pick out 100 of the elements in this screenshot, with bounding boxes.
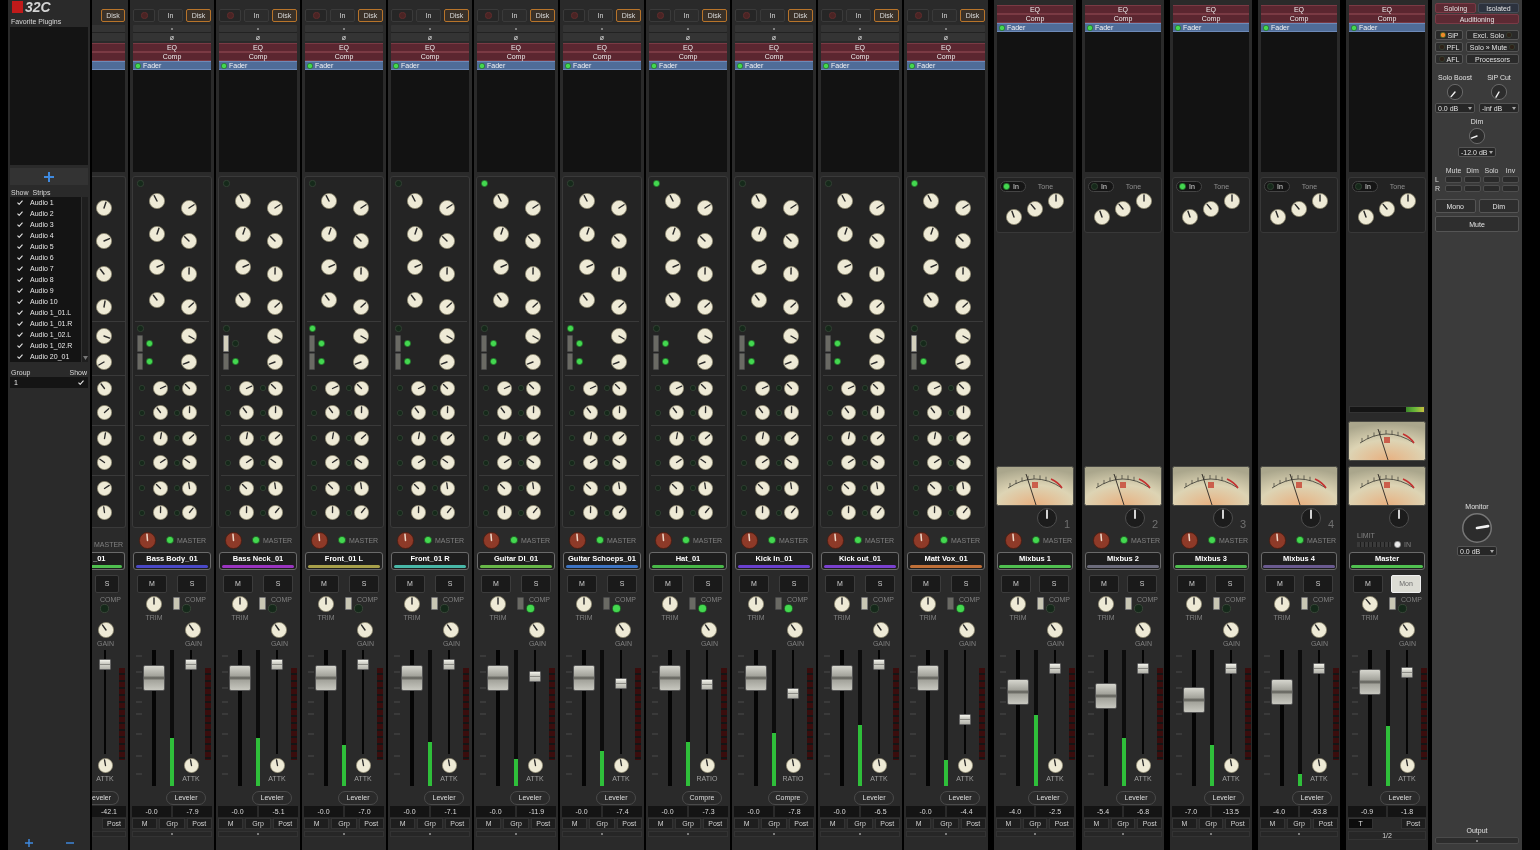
knob-icon[interactable] [956, 480, 971, 496]
knob-icon[interactable] [182, 480, 197, 496]
filter-switch[interactable] [395, 335, 401, 352]
knob-icon[interactable] [526, 505, 541, 521]
knob-icon[interactable] [411, 455, 426, 471]
knob-icon[interactable] [411, 430, 426, 446]
filter-switch[interactable] [567, 353, 573, 370]
knob-icon[interactable] [440, 380, 455, 396]
knob-icon[interactable] [149, 292, 165, 308]
input-trim-bar[interactable] [563, 25, 641, 32]
knob-icon[interactable] [355, 758, 371, 773]
knob-icon[interactable] [741, 531, 758, 549]
knob-icon[interactable] [96, 233, 112, 249]
knob-icon[interactable] [440, 505, 455, 521]
knob-icon[interactable] [325, 430, 340, 446]
knob-icon[interactable] [185, 622, 202, 638]
knob-icon[interactable] [956, 505, 971, 521]
knob-icon[interactable] [321, 292, 337, 308]
knob-icon[interactable] [182, 405, 197, 421]
knob-icon[interactable] [611, 233, 627, 249]
knob-icon[interactable] [1098, 596, 1114, 612]
knob-icon[interactable] [311, 531, 328, 549]
knob-icon[interactable] [841, 455, 856, 471]
knob-icon[interactable] [97, 380, 112, 396]
fader-cap[interactable] [487, 665, 509, 692]
knob-icon[interactable] [834, 596, 850, 612]
input-trim-bar[interactable] [735, 25, 813, 32]
comp-switch[interactable] [947, 597, 954, 610]
knob-icon[interactable] [1027, 201, 1043, 217]
knob-icon[interactable] [1005, 531, 1022, 549]
knob-icon[interactable] [665, 292, 681, 308]
knob-icon[interactable] [1223, 758, 1239, 773]
knob-icon[interactable] [321, 193, 337, 209]
knob-icon[interactable] [97, 405, 112, 421]
knob-icon[interactable] [1312, 193, 1328, 209]
knob-icon[interactable] [1358, 209, 1374, 225]
add-button[interactable] [22, 838, 35, 848]
filter-switch[interactable] [653, 353, 659, 370]
matrix-toggle[interactable] [1502, 185, 1519, 192]
knob-icon[interactable] [325, 480, 340, 496]
knob-icon[interactable] [232, 596, 248, 612]
comp-fader-cap[interactable] [99, 659, 111, 671]
knob-icon[interactable] [871, 758, 887, 773]
knob-icon[interactable] [583, 455, 598, 471]
knob-icon[interactable] [920, 596, 936, 612]
fader-cap[interactable] [1359, 668, 1381, 695]
knob-icon[interactable] [956, 430, 971, 446]
knob-icon[interactable] [837, 226, 853, 242]
knob-icon[interactable] [697, 266, 713, 282]
knob-icon[interactable] [569, 531, 586, 549]
knob-icon[interactable] [579, 193, 595, 209]
scroll-down-icon[interactable] [82, 356, 88, 360]
fader-cap[interactable] [229, 665, 251, 692]
comp-switch[interactable] [431, 597, 438, 610]
knob-icon[interactable] [873, 622, 890, 638]
knob-icon[interactable] [153, 405, 168, 421]
knob-icon[interactable] [611, 266, 627, 282]
comp-fader-cap[interactable] [185, 659, 197, 671]
knob-icon[interactable] [267, 233, 283, 249]
knob-icon[interactable] [665, 226, 681, 242]
knob-icon[interactable] [139, 531, 156, 549]
knob-icon[interactable] [927, 380, 942, 396]
knob-icon[interactable] [267, 353, 283, 370]
knob-icon[interactable] [1010, 596, 1026, 612]
input-trim-bar[interactable] [649, 25, 727, 32]
comp-switch[interactable] [345, 597, 352, 610]
knob-icon[interactable] [841, 505, 856, 521]
knob-icon[interactable] [583, 380, 598, 396]
knob-icon[interactable] [841, 405, 856, 421]
knob-icon[interactable] [483, 531, 500, 549]
knob-icon[interactable] [525, 353, 541, 370]
comp-switch[interactable] [1301, 597, 1308, 610]
knob-icon[interactable] [927, 430, 942, 446]
knob-icon[interactable] [698, 455, 713, 471]
filter-switch[interactable] [223, 353, 229, 370]
knob-icon[interactable] [526, 480, 541, 496]
knob-icon[interactable] [583, 430, 598, 446]
knob-icon[interactable] [579, 226, 595, 242]
comp-fader-cap[interactable] [615, 677, 627, 689]
knob-icon[interactable] [927, 455, 942, 471]
knob-icon[interactable] [1301, 508, 1321, 528]
fader-cap[interactable] [1095, 683, 1117, 709]
comp-switch[interactable] [1213, 597, 1220, 610]
knob-icon[interactable] [269, 758, 285, 773]
knob-icon[interactable] [1093, 531, 1110, 549]
matrix-toggle[interactable] [1502, 176, 1519, 183]
knob-icon[interactable] [611, 327, 627, 344]
knob-icon[interactable] [181, 266, 197, 282]
knob-icon[interactable] [583, 405, 598, 421]
comp-switch[interactable] [517, 597, 524, 610]
knob-icon[interactable] [751, 226, 767, 242]
knob-icon[interactable] [440, 405, 455, 421]
filter-switch[interactable] [825, 335, 831, 352]
knob-icon[interactable] [411, 405, 426, 421]
knob-icon[interactable] [267, 266, 283, 282]
knob-icon[interactable] [268, 480, 283, 496]
comp-switch[interactable] [1037, 597, 1044, 610]
knob-icon[interactable] [1094, 209, 1110, 225]
knob-icon[interactable] [497, 380, 512, 396]
knob-icon[interactable] [235, 226, 251, 242]
